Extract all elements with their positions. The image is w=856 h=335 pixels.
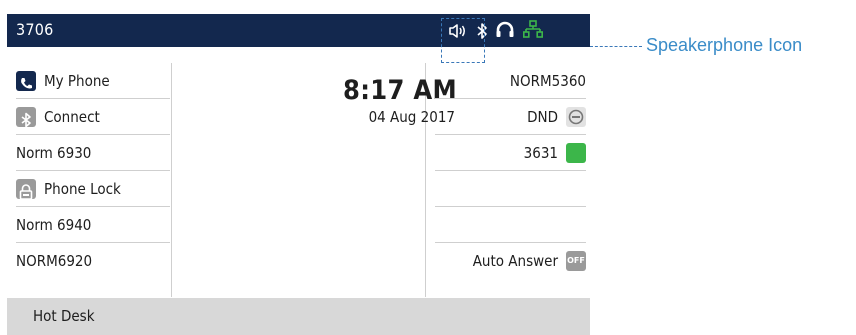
off-toggle-icon: OFF bbox=[566, 251, 586, 271]
softkey-3631[interactable]: 3631 bbox=[435, 135, 586, 171]
softkey-norm-6940[interactable]: Norm 6940 bbox=[16, 207, 170, 243]
bluetooth-icon bbox=[16, 107, 36, 128]
clock-date: 04 Aug 2017 bbox=[368, 108, 455, 126]
bluetooth-icon bbox=[477, 23, 487, 39]
softkey-connect[interactable]: Connect bbox=[16, 99, 170, 135]
softkey-norm5360[interactable]: NORM5360 bbox=[435, 63, 586, 99]
softkey-empty-4[interactable] bbox=[435, 171, 586, 207]
minus-circle-icon bbox=[566, 107, 586, 127]
softkey-hot-desk[interactable]: Hot Desk bbox=[33, 307, 95, 325]
softkey-empty-5[interactable] bbox=[435, 207, 586, 243]
extension-number: 3706 bbox=[16, 20, 54, 39]
headset-icon bbox=[496, 21, 514, 37]
softkey-norm-6930[interactable]: Norm 6930 bbox=[16, 135, 170, 171]
clock-time: 8:17 AM bbox=[343, 75, 457, 106]
phone-icon bbox=[16, 71, 36, 91]
lock-icon bbox=[16, 179, 36, 200]
softkey-norm6920[interactable]: NORM6920 bbox=[16, 243, 170, 279]
callout-label: Speakerphone Icon bbox=[646, 35, 803, 55]
softkey-dnd[interactable]: DND bbox=[435, 99, 586, 135]
presence-icon bbox=[566, 143, 586, 163]
left-divider bbox=[171, 63, 172, 297]
softkey-bar: Hot Desk bbox=[7, 298, 590, 335]
softkey-my-phone[interactable]: My Phone bbox=[16, 63, 170, 99]
softkey-phone-lock[interactable]: Phone Lock bbox=[16, 171, 170, 207]
status-bar: 3706 bbox=[7, 14, 590, 47]
speaker-icon bbox=[449, 24, 465, 38]
callout-line bbox=[590, 46, 642, 47]
network-icon bbox=[523, 20, 543, 38]
softkey-auto-answer[interactable]: Auto Answer OFF bbox=[435, 243, 586, 279]
phone-screen: 3706 My Phone Connect Norm 6930 Phone Lo… bbox=[7, 14, 590, 335]
